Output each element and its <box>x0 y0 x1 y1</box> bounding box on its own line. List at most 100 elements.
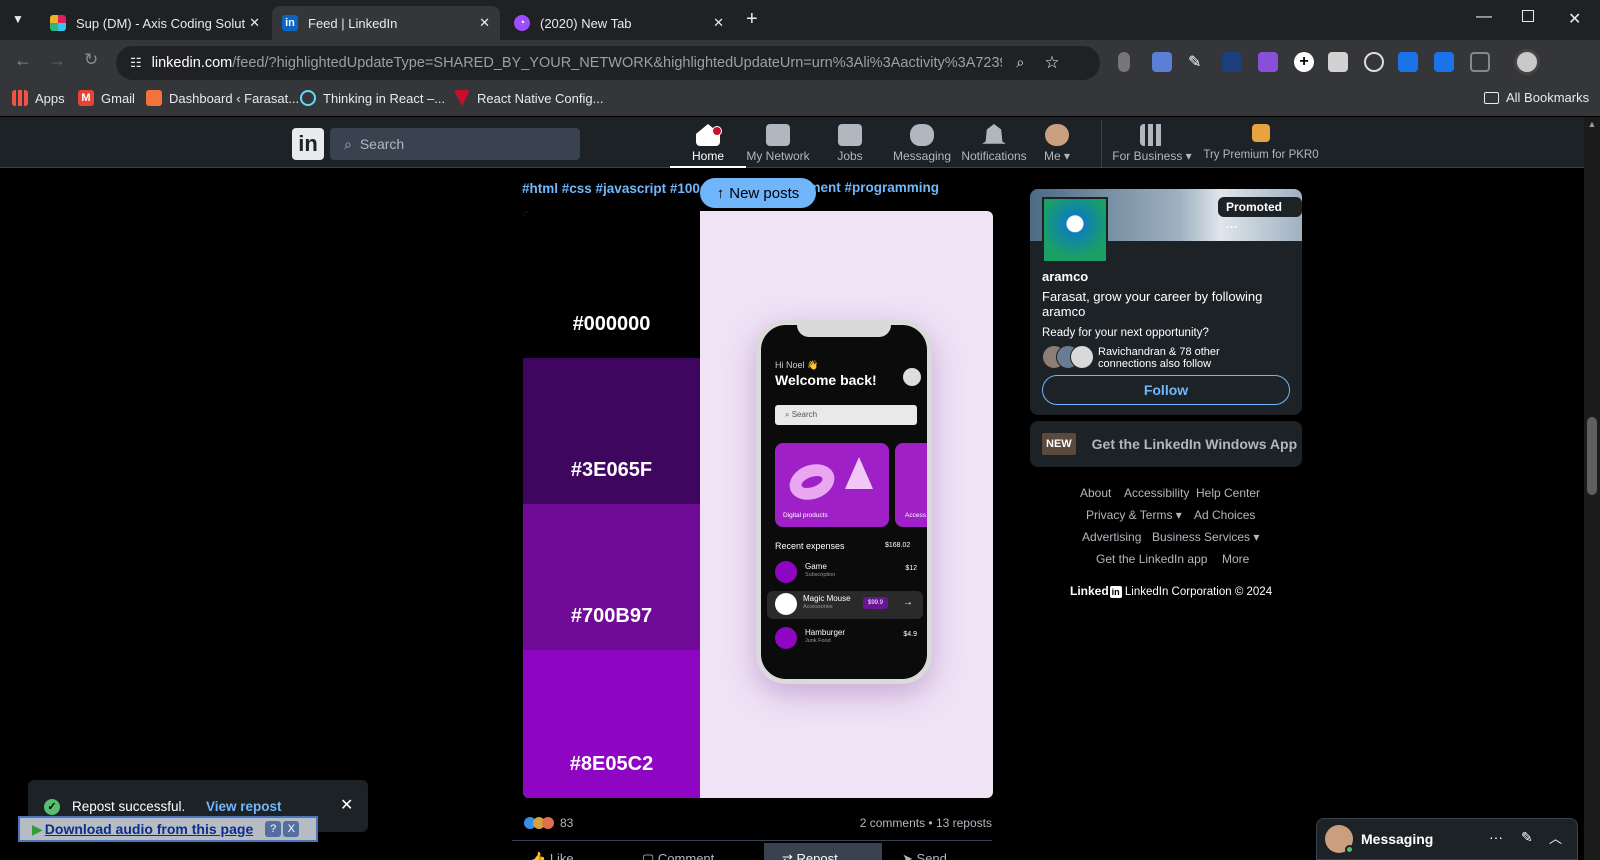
expense-sub: Junk Food <box>805 638 831 644</box>
nav-messaging[interactable]: Messaging <box>884 120 960 163</box>
download-audio-bar[interactable]: ▶ Download audio from this page ? X <box>18 816 318 842</box>
view-repost-link[interactable]: View repost <box>206 799 282 814</box>
expense-sub: Accessories <box>803 604 833 610</box>
help-button[interactable]: ? <box>265 821 282 837</box>
nav-my-network[interactable]: My Network <box>740 120 816 163</box>
like-button[interactable]: 👍 Like <box>530 851 574 860</box>
comments-reposts[interactable]: 2 comments • 13 reposts <box>850 816 992 830</box>
bookmark-label: Dashboard ‹ Farasat... <box>169 90 300 106</box>
nav-label: For Business <box>1112 149 1183 163</box>
scrollbar-thumb[interactable] <box>1587 417 1597 495</box>
close-window-icon[interactable]: ✕ <box>1568 9 1581 29</box>
copyright-text: LinkedIn Corporation © 2024 <box>1124 586 1273 598</box>
zoom-icon[interactable]: ⌕ <box>1016 55 1024 71</box>
address-bar[interactable]: ☷ linkedin.com/feed/?highlightedUpdateTy… <box>116 46 1100 80</box>
new-posts-label: New posts <box>729 184 800 202</box>
comment-button[interactable]: ▢ Comment <box>642 851 714 860</box>
footer-help-center[interactable]: Help Center <box>1196 486 1260 500</box>
chevron-up-icon[interactable]: ︿ <box>1549 828 1562 847</box>
extension-icon[interactable] <box>1222 52 1242 72</box>
promoted-label: Promoted <box>1226 200 1283 214</box>
pyramid-shape <box>845 457 873 489</box>
more-icon[interactable]: ··· <box>1226 220 1238 234</box>
aramco-logo[interactable] <box>1042 197 1108 263</box>
bookmark-thinking-react[interactable]: Thinking in React –... <box>300 90 445 106</box>
reactions[interactable]: 83 <box>524 816 573 830</box>
close-icon[interactable]: ✕ <box>249 15 260 31</box>
tab-slack[interactable]: Sup (DM) - Axis Coding Solutio ✕ <box>40 6 270 40</box>
messaging-overlay[interactable]: Messaging ··· ✎ ︿ <box>1316 818 1578 860</box>
all-bookmarks[interactable]: All Bookmarks <box>1484 90 1589 105</box>
forward-icon[interactable]: → <box>48 50 66 71</box>
close-icon[interactable]: ✕ <box>713 15 724 31</box>
extension-icon[interactable] <box>1434 52 1454 72</box>
slack-icon <box>50 15 66 31</box>
footer-get-app[interactable]: Get the LinkedIn app <box>1096 552 1207 566</box>
close-icon[interactable]: ✕ <box>479 15 490 31</box>
extension-icon[interactable] <box>1152 52 1172 72</box>
nav-jobs[interactable]: Jobs <box>812 120 888 163</box>
color-picker-icon[interactable]: ✎ <box>1188 52 1208 72</box>
linkedin-wordmark: Linked in <box>1070 584 1122 598</box>
puzzle-icon[interactable] <box>1470 52 1490 72</box>
footer-business-services[interactable]: Business Services ▾ <box>1152 530 1259 544</box>
download-icon[interactable] <box>1398 52 1418 72</box>
phone-greeting: Hi Noel 👋 <box>775 360 819 370</box>
bookmark-react-native[interactable]: React Native Config... <box>454 90 603 106</box>
reload-icon[interactable]: ↻ <box>84 50 98 70</box>
scrollbar-up[interactable]: ▲ <box>1584 119 1600 129</box>
linkedin-logo[interactable]: in <box>292 128 324 160</box>
minimize-icon[interactable]: — <box>1476 8 1492 26</box>
bookmark-gmail[interactable]: M Gmail <box>78 90 135 106</box>
nav-home[interactable]: Home <box>670 120 746 168</box>
promoted-badge[interactable]: Promoted ··· <box>1218 197 1302 234</box>
extension-icon[interactable]: + <box>1294 52 1314 72</box>
footer-ad-choices[interactable]: Ad Choices <box>1194 508 1255 522</box>
extension-icon[interactable] <box>1364 52 1384 72</box>
nav-me[interactable]: Me ▾ <box>1028 120 1086 163</box>
download-audio-label[interactable]: Download audio from this page <box>45 821 253 837</box>
card-label: Digital products <box>783 512 828 519</box>
nav-try-premium[interactable]: Try Premium for PKR0 <box>1196 120 1326 161</box>
more-icon[interactable]: ··· <box>1489 829 1503 845</box>
compose-icon[interactable]: ✎ <box>1521 829 1533 846</box>
phone-notch <box>797 325 891 337</box>
close-icon[interactable]: ✕ <box>340 795 353 815</box>
new-posts-button[interactable]: ↑ New posts <box>700 178 816 208</box>
avatar <box>1070 345 1094 369</box>
footer-privacy-terms[interactable]: Privacy & Terms ▾ <box>1086 508 1182 522</box>
search-input[interactable]: ⌕ Search <box>330 128 580 160</box>
site-info-icon[interactable]: ☷ <box>130 55 142 71</box>
hashtags-left[interactable]: #html #css #javascript #100day <box>522 181 723 196</box>
footer-accessibility[interactable]: Accessibility <box>1124 486 1189 500</box>
bookmark-dashboard[interactable]: Dashboard ‹ Farasat... <box>146 90 299 106</box>
extension-icon[interactable] <box>1258 52 1278 72</box>
nav-for-business[interactable]: For Business ▾ <box>1110 120 1194 163</box>
profile-avatar[interactable] <box>1514 49 1540 75</box>
post-image[interactable]: #000000 #3E065F #700B97 #8E05C2 Hi Noel … <box>523 211 993 798</box>
bookmark-star-icon[interactable]: ☆ <box>1044 53 1059 73</box>
close-button[interactable]: X <box>283 821 300 837</box>
extension-icon[interactable] <box>1118 52 1130 72</box>
new-tab-button[interactable]: + <box>746 8 758 31</box>
footer-advertising[interactable]: Advertising <box>1082 530 1141 544</box>
extension-icon[interactable] <box>1328 52 1348 72</box>
ad-company[interactable]: aramco <box>1042 269 1088 284</box>
page-scrollbar[interactable]: ▲ <box>1584 117 1600 860</box>
follow-button[interactable]: Follow <box>1042 375 1290 405</box>
send-button[interactable]: ➤ Send <box>902 851 947 860</box>
windows-app-promo[interactable]: NEW Get the LinkedIn Windows App <box>1030 421 1302 467</box>
reaction-count: 83 <box>560 816 574 830</box>
footer-more[interactable]: More <box>1222 552 1249 566</box>
nav-notifications[interactable]: Notifications <box>956 120 1032 163</box>
back-icon[interactable]: ← <box>14 50 32 71</box>
bookmark-apps[interactable]: Apps <box>12 90 65 106</box>
restore-icon[interactable] <box>1522 10 1534 22</box>
tab-search-icon[interactable]: ▼ <box>12 12 24 26</box>
repost-button[interactable]: ⇄ Repost <box>764 843 882 860</box>
tab-new-tab[interactable]: ◔ (2020) New Tab ✕ <box>504 6 734 40</box>
tab-linkedin[interactable]: in Feed | LinkedIn ✕ <box>272 6 500 40</box>
footer-about[interactable]: About <box>1080 486 1111 500</box>
comment-icon: ▢ <box>642 851 655 860</box>
expense-row: Hamburger Junk Food $4.9 <box>775 625 917 653</box>
